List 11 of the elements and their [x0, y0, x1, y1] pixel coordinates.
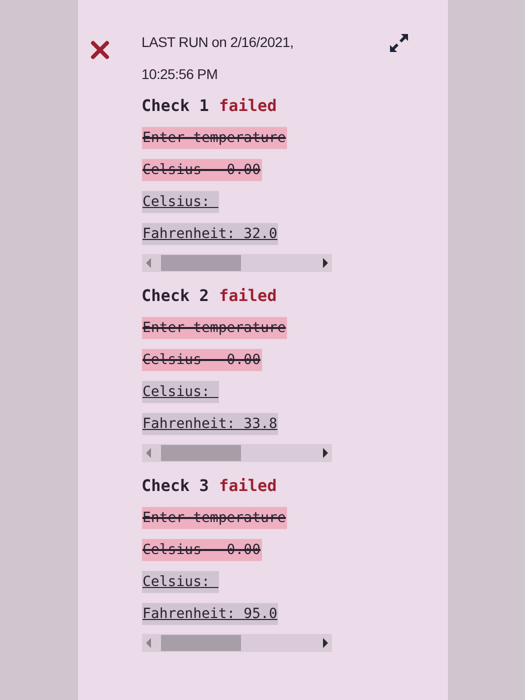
last-run-timestamp: LAST RUN on 2/16/2021, 10:25:56 PM	[142, 33, 294, 84]
horizontal-scrollbar[interactable]	[142, 254, 332, 272]
horizontal-scrollbar[interactable]	[142, 444, 332, 462]
check-title: Check 3	[142, 475, 209, 497]
check-status: failed	[218, 95, 277, 117]
horizontal-scrollbar[interactable]	[142, 634, 332, 652]
check-title: Check 1	[142, 95, 209, 117]
check-title: Check 2	[142, 285, 209, 307]
check-status: failed	[218, 285, 277, 307]
expand-icon[interactable]	[388, 32, 410, 54]
check-status: failed	[218, 475, 277, 497]
